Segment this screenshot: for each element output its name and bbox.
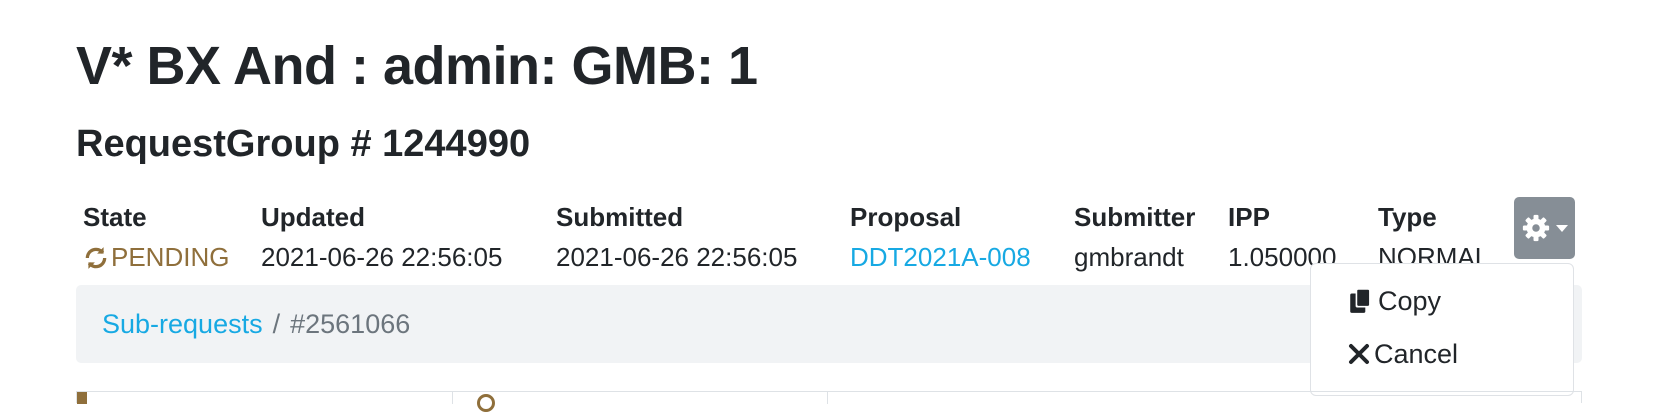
ipp-column: IPP 1.050000	[1228, 202, 1336, 272]
copy-icon	[1350, 288, 1371, 313]
actions-dropdown-menu: Copy Cancel	[1310, 263, 1574, 396]
submitted-header: Submitted	[556, 202, 684, 232]
close-icon	[1349, 344, 1369, 364]
sync-icon	[477, 394, 495, 412]
state-header: State	[83, 202, 147, 232]
gear-icon	[1522, 214, 1549, 242]
breadcrumb-current: #2561066	[290, 309, 411, 339]
actions-menu-toggle-button[interactable]	[1514, 197, 1575, 259]
column-divider	[827, 392, 828, 404]
state-value: PENDING	[83, 242, 229, 272]
proposal-link[interactable]: DDT2021A-008	[850, 242, 1031, 272]
page-title: V* BX And : admin: GMB: 1	[76, 36, 758, 96]
caret-down-icon	[1555, 225, 1568, 232]
submitter-header: Submitter	[1074, 202, 1196, 232]
column-divider	[452, 392, 453, 404]
submitted-value: 2021-06-26 22:56:05	[556, 242, 798, 272]
submitter-value: gmbrandt	[1074, 242, 1184, 272]
state-text: PENDING	[111, 242, 230, 272]
submitted-column: Submitted 2021-06-26 22:56:05	[556, 202, 797, 272]
updated-column: Updated 2021-06-26 22:56:05	[261, 202, 502, 272]
copy-label: Copy	[1378, 286, 1442, 316]
state-column: State PENDING	[83, 202, 229, 272]
proposal-header: Proposal	[850, 202, 962, 232]
submitter-column: Submitter gmbrandt	[1074, 202, 1195, 272]
ipp-header: IPP	[1228, 202, 1270, 232]
type-header: Type	[1378, 202, 1437, 232]
type-column: Type NORMAL	[1378, 202, 1489, 272]
request-group-title: RequestGroup # 1244990	[76, 123, 531, 165]
updated-header: Updated	[261, 202, 365, 232]
proposal-column: Proposal DDT2021A-008	[850, 202, 1031, 272]
sync-icon	[85, 247, 107, 269]
copy-menu-item[interactable]: Copy	[1348, 286, 1441, 316]
cancel-label: Cancel	[1374, 339, 1459, 369]
breadcrumb-separator: /	[272, 309, 281, 339]
state-marker	[77, 392, 87, 404]
cancel-menu-item[interactable]: Cancel	[1348, 339, 1458, 369]
breadcrumb-sub-requests-link[interactable]: Sub-requests	[102, 309, 263, 339]
subrequest-table-header	[76, 391, 1582, 412]
updated-value: 2021-06-26 22:56:05	[261, 242, 503, 272]
